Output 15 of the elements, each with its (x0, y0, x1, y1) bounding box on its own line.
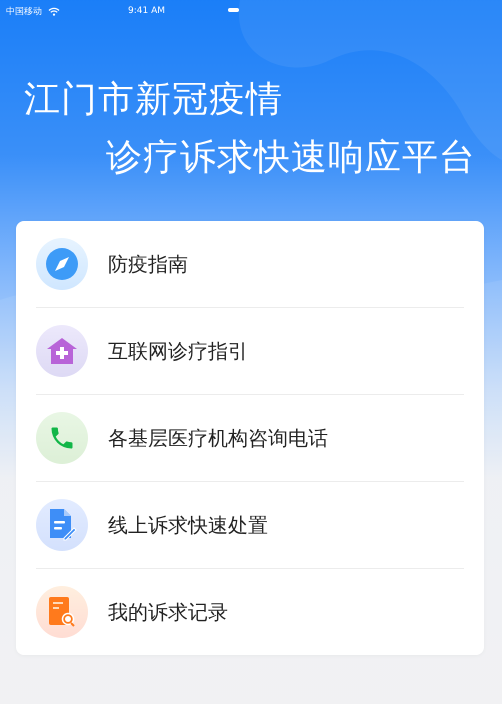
menu-item[interactable]: 互联网诊疗指引 (108, 338, 248, 364)
battery-icon (228, 8, 239, 12)
menu-item[interactable]: 防疫指南 (108, 250, 188, 278)
menu-item[interactable]: 我的诉求记录 (108, 598, 228, 626)
hospital-icon (46, 337, 78, 365)
menu-item[interactable]: 线上诉求快速处置 (108, 512, 268, 538)
document-search-icon (48, 596, 76, 628)
status-time: 9:41 AM (128, 6, 165, 16)
wifi-icon (48, 6, 60, 16)
page-title: 江门市新冠疫情 (24, 78, 283, 122)
compass-icon (45, 247, 79, 281)
page-subtitle: 诊疗诉求快速响应平台 (106, 136, 476, 180)
document-edit-icon (47, 508, 77, 542)
carrier-name: 中国移动 (6, 6, 42, 18)
menu-item[interactable]: 各基层医疗机构咨询电话 (108, 424, 328, 452)
